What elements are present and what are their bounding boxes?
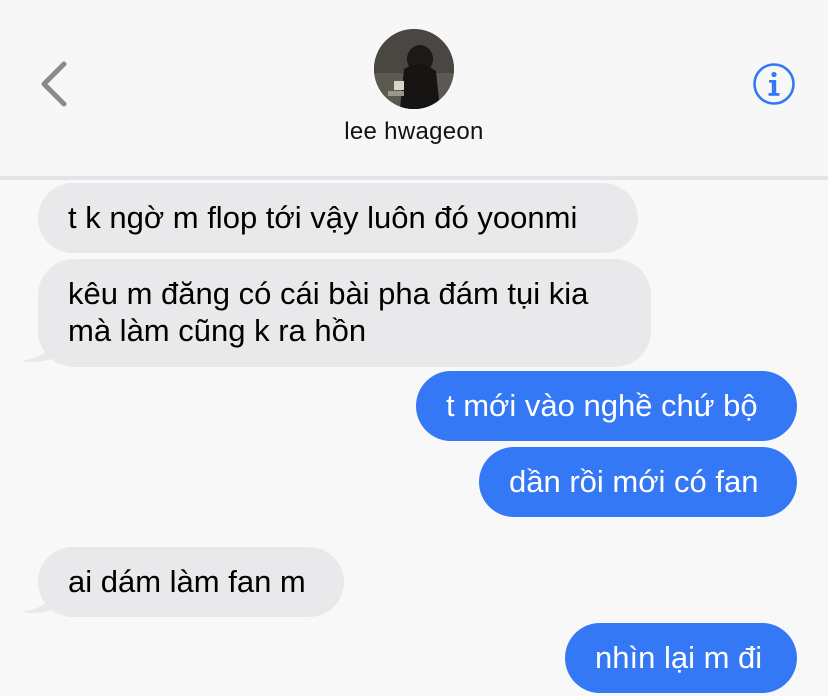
avatar[interactable] xyxy=(374,29,454,109)
incoming-bubble-tail xyxy=(22,333,60,362)
message-text: t mới vào nghề chứ bộ xyxy=(446,388,758,423)
info-button[interactable] xyxy=(752,62,796,106)
incoming-bubble-tail xyxy=(22,584,60,613)
info-circle-icon xyxy=(753,63,795,105)
header-divider xyxy=(0,176,828,180)
message-text: t k ngờ m flop tới vậy luôn đó yoonmi xyxy=(68,200,578,235)
chevron-left-icon xyxy=(41,61,67,107)
incoming-message-bubble[interactable]: t k ngờ m flop tới vậy luôn đó yoonmi xyxy=(38,183,638,253)
message-text: dần rồi mới có fan xyxy=(509,464,759,499)
back-button[interactable] xyxy=(28,54,80,114)
avatar-photo xyxy=(374,29,454,109)
contact-name[interactable]: lee hwageon xyxy=(0,118,828,146)
message-text: ai dám làm fan m xyxy=(68,564,306,599)
conversation-header: lee hwageon xyxy=(0,0,828,176)
incoming-message-bubble[interactable]: kêu m đăng có cái bài pha đám tụi kia mà… xyxy=(38,259,651,367)
outgoing-message-bubble[interactable]: nhìn lại m đi xyxy=(565,623,797,693)
outgoing-message-bubble[interactable]: t mới vào nghề chứ bộ xyxy=(416,371,797,441)
message-text-line: mà làm cũng k ra hồn xyxy=(68,313,367,348)
incoming-message-bubble[interactable]: ai dám làm fan m xyxy=(38,547,344,617)
outgoing-message-bubble[interactable]: dần rồi mới có fan xyxy=(479,447,797,517)
message-text: nhìn lại m đi xyxy=(595,640,763,675)
message-text-line: kêu m đăng có cái bài pha đám tụi kia xyxy=(68,276,589,311)
